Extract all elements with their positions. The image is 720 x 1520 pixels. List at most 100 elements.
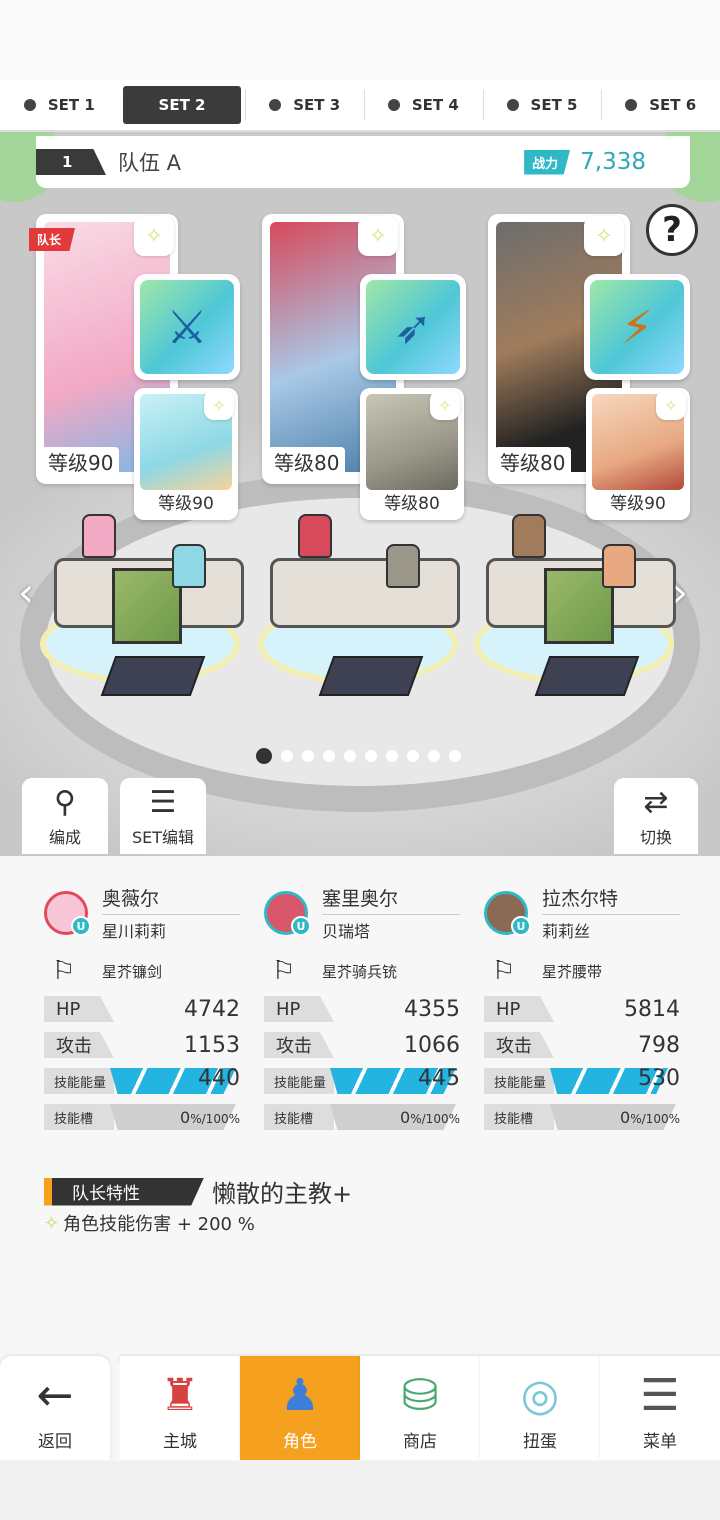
pager-dot[interactable]	[407, 750, 419, 762]
sparkle-icon: ✧	[656, 390, 686, 420]
sub-level-label: 等级80	[384, 494, 440, 514]
leader-trait: 队长特性 懒散的主教+	[44, 1174, 352, 1209]
pager-dot[interactable]	[344, 750, 356, 762]
equipment-icon: ⚐	[492, 956, 516, 986]
back-arrow-icon: ←	[36, 1370, 74, 1421]
sub-character-name: 莉莉丝	[542, 922, 591, 941]
tab-shop[interactable]: ⛁ 商店	[360, 1356, 480, 1460]
pager-dot[interactable]	[323, 750, 335, 762]
energy-value: 445	[418, 1066, 460, 1091]
pager-dot[interactable]	[449, 750, 461, 762]
tab-menu[interactable]: ☰ 菜单	[600, 1356, 720, 1460]
character-sprite	[82, 514, 116, 558]
leader-trait-label: 队长特性	[44, 1177, 204, 1206]
tab-set-3[interactable]: SET 3	[245, 80, 364, 130]
equipment-icon: ⚐	[272, 956, 296, 986]
slot-plate	[318, 656, 424, 696]
tab-gacha[interactable]: ◎ 扭蛋	[480, 1356, 600, 1460]
menu-icon: ☰	[640, 1370, 680, 1421]
pager-dot[interactable]	[302, 750, 314, 762]
belt-icon: ⚡	[590, 280, 684, 374]
castle-icon: ♜	[160, 1370, 200, 1421]
pager-dot[interactable]	[256, 748, 272, 764]
character-stats-3: U 拉杰尔特 莉莉丝 ⚐ 星芥腰带 HP 5814 攻击 798 技能能量 530 技能…	[484, 884, 680, 1130]
tab-set-6[interactable]: SET 6	[601, 80, 720, 130]
dot-icon	[387, 99, 400, 111]
prev-arrow-icon[interactable]: ‹	[18, 570, 34, 616]
gear-slot-2[interactable]: ➶	[360, 274, 466, 380]
switch-button[interactable]: ⇄ 切换	[614, 778, 698, 854]
character-icon: ♟	[280, 1370, 320, 1421]
dot-icon	[269, 99, 282, 111]
tab-character[interactable]: ♟ 角色	[240, 1356, 360, 1460]
unit-badge: U	[71, 916, 91, 936]
set-edit-button[interactable]: ☰ SET编辑	[120, 778, 206, 854]
sparkle-icon: ✧	[584, 216, 624, 256]
pager-dot[interactable]	[386, 750, 398, 762]
gear-slot-3[interactable]: ⚡	[584, 274, 690, 380]
slot-label: 技能槽	[484, 1104, 554, 1130]
captain-badge: 队长	[29, 228, 76, 251]
formation-button[interactable]: ⚲ 编成	[22, 778, 108, 854]
atk-value: 1153	[184, 1032, 240, 1058]
equipment-icon: ⚐	[52, 956, 76, 986]
list-icon: ☰	[149, 785, 177, 820]
energy-label: 技能能量	[44, 1068, 114, 1094]
hp-label: HP	[44, 996, 114, 1022]
power-value: 7,338	[580, 149, 646, 175]
atk-label: 攻击	[484, 1032, 554, 1058]
slot-plate	[534, 656, 640, 696]
sparkle-icon: ✧	[44, 1212, 60, 1234]
sub-character-name: 贝瑞塔	[322, 922, 371, 941]
leader-trait-title[interactable]: 懒散的主教+	[212, 1174, 352, 1209]
equipment-name: 星芥镰剑	[102, 962, 163, 981]
equipment-name: 星芥腰带	[542, 962, 603, 981]
dot-icon	[506, 99, 519, 111]
top-spacer	[0, 0, 720, 80]
pager-dot[interactable]	[365, 750, 377, 762]
team-power: 战力 7,338	[524, 149, 646, 175]
energy-value: 530	[638, 1066, 680, 1091]
bottom-nav: ← 返回 ♜ 主城 ♟ 角色 ⛁ 商店 ◎ 扭蛋 ☰ 菜单	[0, 1356, 720, 1462]
tab-set-2[interactable]: SET 2	[122, 86, 242, 124]
character-name: 拉杰尔特	[542, 884, 680, 915]
team-pager	[256, 748, 461, 764]
swap-icon: ⇄	[643, 785, 669, 820]
equipment-name: 星芥骑兵铳	[322, 962, 398, 981]
back-button[interactable]: ← 返回	[0, 1356, 110, 1460]
avatar[interactable]: U	[264, 891, 311, 936]
gear-slot-1[interactable]: ⚔	[134, 274, 240, 380]
team-header: 1 队伍 A 战力 7,338	[36, 136, 690, 188]
sparkle-icon: ✧	[358, 216, 398, 256]
tab-set-5[interactable]: SET 5	[482, 80, 602, 130]
hp-label: HP	[264, 996, 334, 1022]
slot-value: 0%/100%	[620, 1108, 680, 1127]
dot-icon	[23, 99, 36, 111]
sword-icon: ⚔	[140, 280, 234, 374]
character-name: 奥薇尔	[102, 884, 240, 915]
pager-dot[interactable]	[281, 750, 293, 762]
atk-value: 1066	[404, 1032, 460, 1058]
character-sprite	[386, 544, 420, 588]
team-name[interactable]: 队伍 A	[118, 147, 181, 177]
character-stats-1: U 奥薇尔 星川莉莉 ⚐ 星芥镰剑 HP 4742 攻击 1153 技能能量 440 技…	[44, 884, 240, 1130]
gacha-icon: ◎	[520, 1370, 560, 1421]
avatar[interactable]: U	[484, 891, 531, 936]
pager-dot[interactable]	[428, 750, 440, 762]
energy-label: 技能能量	[264, 1068, 334, 1094]
atk-label: 攻击	[264, 1032, 334, 1058]
hp-value: 5814	[624, 996, 680, 1022]
rifle-icon: ➶	[366, 280, 460, 374]
tab-set-1[interactable]: SET 1	[0, 80, 119, 130]
next-arrow-icon[interactable]: ›	[672, 570, 688, 616]
tab-castle[interactable]: ♜ 主城	[120, 1356, 240, 1460]
atk-label: 攻击	[44, 1032, 114, 1058]
level-label: 等级90	[42, 447, 120, 476]
help-button[interactable]: ?	[646, 204, 698, 256]
hp-label: HP	[484, 996, 554, 1022]
avatar[interactable]: U	[44, 891, 91, 936]
set-tab-bar: SET 1 SET 2 SET 3 SET 4 SET 5 SET 6	[0, 80, 720, 132]
unit-badge: U	[291, 916, 311, 936]
tab-set-4[interactable]: SET 4	[364, 80, 483, 130]
character-sprite	[512, 514, 546, 558]
